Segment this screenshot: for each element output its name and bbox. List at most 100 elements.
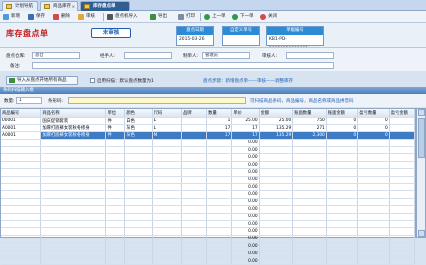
table-cell[interactable] [124, 161, 153, 170]
table-cell[interactable] [259, 168, 294, 177]
table-cell[interactable] [206, 161, 233, 170]
new-button[interactable]: 新增 [3, 12, 20, 22]
table-row-empty[interactable]: 0.00 [1, 153, 416, 162]
table-cell[interactable] [259, 198, 294, 207]
table-row-empty[interactable]: 0.00 [1, 250, 416, 258]
table-cell[interactable] [105, 227, 126, 236]
next-button[interactable]: 下一单 [232, 12, 254, 22]
table-cell[interactable] [357, 198, 390, 207]
table-cell[interactable] [357, 146, 390, 155]
table-cell[interactable] [206, 242, 233, 251]
auto-scan-checkbox[interactable] [90, 78, 95, 83]
table-cell[interactable] [105, 250, 126, 258]
table-cell[interactable] [357, 220, 390, 229]
table-cell[interactable] [292, 250, 327, 258]
column-header[interactable]: 盈亏金额 [389, 109, 416, 118]
close-button[interactable]: 关闭 [260, 12, 277, 22]
table-cell[interactable] [181, 242, 208, 251]
table-cell[interactable]: 17 [206, 124, 233, 133]
table-cell[interactable] [326, 220, 359, 229]
table-cell[interactable] [389, 124, 416, 133]
table-cell[interactable] [1, 139, 42, 148]
table-cell[interactable] [389, 257, 416, 265]
table-cell[interactable]: 0.00 [231, 176, 260, 185]
table-row-empty[interactable]: 0.00 [1, 227, 416, 236]
table-cell[interactable] [40, 257, 107, 265]
table-cell[interactable]: A0001 [1, 124, 42, 133]
table-cell[interactable] [152, 161, 182, 170]
table-cell[interactable] [181, 190, 208, 199]
table-cell[interactable] [292, 190, 327, 199]
table-cell[interactable] [1, 220, 42, 229]
table-cell[interactable]: 0.00 [231, 146, 260, 155]
table-cell[interactable] [124, 183, 153, 192]
table-cell[interactable] [206, 168, 233, 177]
table-cell[interactable] [292, 198, 327, 207]
table-cell[interactable] [1, 168, 42, 177]
table-cell[interactable] [181, 146, 208, 155]
table-cell[interactable]: L [152, 117, 182, 125]
table-cell[interactable]: 0.00 [231, 168, 260, 177]
table-cell[interactable] [152, 176, 182, 185]
column-header[interactable]: 盈亏数量 [357, 109, 390, 118]
table-cell[interactable] [292, 220, 327, 229]
table-cell[interactable] [357, 183, 390, 192]
table-row-empty[interactable]: 0.00 [1, 205, 416, 214]
scroll-up-arrow[interactable] [418, 109, 425, 116]
table-cell[interactable] [292, 227, 327, 236]
table-cell[interactable] [105, 213, 126, 221]
table-cell[interactable]: 0.00 [231, 183, 260, 192]
table-cell[interactable] [124, 139, 153, 148]
table-cell[interactable] [1, 146, 42, 155]
table-cell[interactable] [206, 205, 233, 214]
table-cell[interactable] [326, 235, 359, 244]
table-cell[interactable]: 0.00 [231, 139, 260, 148]
vertical-scrollbar[interactable] [416, 108, 426, 238]
table-cell[interactable] [357, 161, 390, 170]
table-cell[interactable] [292, 176, 327, 185]
table-cell[interactable] [1, 242, 42, 251]
table-cell[interactable]: 白色 [124, 117, 153, 125]
table-cell[interactable] [1, 227, 42, 236]
table-row-empty[interactable]: 0.00 [1, 183, 416, 192]
table-cell[interactable] [389, 235, 416, 244]
table-cell[interactable]: M [152, 131, 182, 140]
table-cell[interactable]: 2,300 [292, 131, 327, 140]
table-cell[interactable] [105, 139, 126, 148]
remark-field[interactable] [32, 62, 334, 69]
table-cell[interactable] [292, 242, 327, 251]
column-header[interactable]: 账面金额 [326, 109, 359, 118]
table-row-empty[interactable]: 0.00 [1, 220, 416, 229]
table-cell[interactable] [259, 220, 294, 229]
table-cell[interactable] [1, 205, 42, 214]
table-cell[interactable] [206, 183, 233, 192]
table-cell[interactable] [326, 198, 359, 207]
table-cell[interactable] [357, 242, 390, 251]
table-cell[interactable] [105, 153, 126, 162]
table-cell[interactable] [259, 146, 294, 155]
table-cell[interactable] [181, 161, 208, 170]
table-cell[interactable] [357, 235, 390, 244]
table-cell[interactable] [389, 146, 416, 155]
table-row-empty[interactable]: 0.00 [1, 139, 416, 148]
column-header[interactable]: 单价 [231, 109, 260, 118]
column-header[interactable]: 颜色 [124, 109, 153, 118]
table-cell[interactable] [124, 257, 153, 265]
audit-button[interactable]: 审核 [78, 12, 95, 22]
table-cell[interactable] [152, 146, 182, 155]
table-row-empty[interactable]: 0.00 [1, 190, 416, 199]
table-cell[interactable] [1, 161, 42, 170]
save-button[interactable]: 保存 [28, 12, 45, 22]
table-cell[interactable] [389, 205, 416, 214]
table-cell[interactable] [181, 257, 208, 265]
table-cell[interactable] [152, 139, 182, 148]
table-cell[interactable] [40, 242, 107, 251]
table-cell[interactable] [292, 257, 327, 265]
table-cell[interactable] [357, 250, 390, 258]
table-cell[interactable] [40, 220, 107, 229]
table-cell[interactable] [124, 235, 153, 244]
table-cell[interactable]: 0.00 [231, 198, 260, 207]
table-cell[interactable] [389, 176, 416, 185]
table-cell[interactable] [40, 198, 107, 207]
table-cell[interactable] [105, 220, 126, 229]
